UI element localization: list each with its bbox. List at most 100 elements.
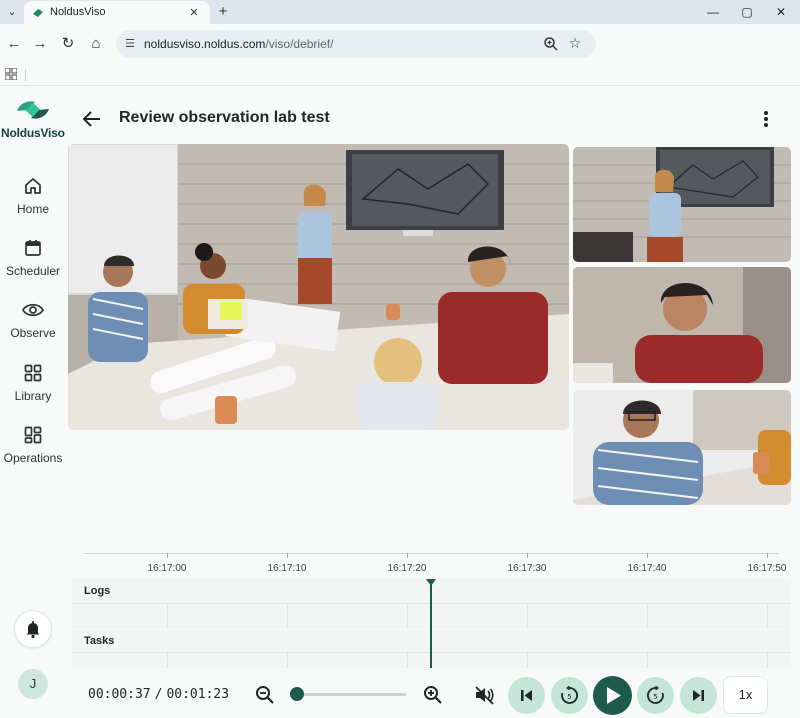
timeline-tick [767, 553, 768, 558]
site-settings-icon[interactable]: ☰ [122, 36, 138, 52]
timeline-tick [287, 553, 288, 558]
main-video-frame [68, 144, 569, 430]
playback-speed-button[interactable]: 1x [723, 676, 768, 714]
zoom-out-icon[interactable] [254, 684, 276, 706]
maximize-icon[interactable]: ▢ [732, 2, 762, 22]
brand-name: NoldusViso [1, 126, 65, 140]
forward-icon[interactable]: → [30, 34, 50, 54]
time-display: 00:00:37/00:01:23 [88, 687, 229, 702]
side-video-1[interactable] [573, 147, 791, 262]
reload-icon[interactable]: ↻ [58, 34, 78, 54]
skip-to-end-button[interactable] [680, 677, 717, 714]
rewind-5-button[interactable]: 5 [551, 677, 588, 714]
home-icon [25, 178, 41, 194]
track-grid-line [647, 652, 648, 668]
bookmark-separator [25, 69, 26, 81]
side-video-frame [573, 390, 791, 505]
timeline-tick-label: 16:17:00 [147, 563, 187, 574]
nav-library[interactable]: Library [0, 363, 66, 419]
minimize-icon[interactable]: — [698, 2, 728, 22]
track-grid-line [287, 603, 288, 629]
nav-scheduler[interactable]: Scheduler [0, 238, 66, 294]
browser-tab[interactable]: NoldusViso ✕ [24, 1, 210, 24]
timeline-tick-label: 16:17:20 [387, 563, 427, 574]
track-label-logs: Logs [84, 585, 111, 597]
side-video-frame [573, 147, 791, 262]
track-grid-line [167, 652, 168, 668]
mute-icon[interactable] [473, 684, 495, 706]
track-grid-line [287, 652, 288, 668]
svg-text:5: 5 [653, 693, 657, 701]
nav-home[interactable]: Home [0, 176, 66, 232]
timeline-tick [407, 553, 408, 558]
track-grid-line [527, 603, 528, 629]
apps-icon[interactable] [5, 68, 17, 80]
play-icon [607, 687, 621, 704]
close-icon[interactable]: ✕ [186, 5, 202, 21]
svg-text:5: 5 [567, 693, 571, 701]
tab-list-icon[interactable]: ⌄ [4, 4, 20, 20]
total-time: 00:01:23 [166, 687, 230, 702]
track-grid-line [767, 652, 768, 668]
track-grid-line [407, 603, 408, 629]
track-grid-line [647, 603, 648, 629]
tab-title: NoldusViso [50, 6, 106, 18]
main-video-player[interactable] [68, 144, 569, 430]
browser-tabbar: ⌄ NoldusViso ✕ + — ▢ ✕ [0, 0, 800, 24]
current-time: 00:00:37 [88, 687, 151, 702]
address-bar[interactable]: ☰ noldusviso.noldus.com/viso/debrief/ ☆ [116, 30, 596, 58]
browser-navbar: ← → ↻ ⌂ ☰ noldusviso.noldus.com/viso/deb… [0, 24, 800, 64]
nav-label: Operations [3, 451, 63, 465]
nav-observe[interactable]: Observe [0, 300, 66, 356]
track-grid-line [527, 652, 528, 668]
close-window-icon[interactable]: ✕ [766, 2, 796, 22]
zoom-icon[interactable] [542, 35, 560, 53]
zoom-slider-handle[interactable] [290, 687, 304, 701]
nav-label: Scheduler [5, 264, 61, 278]
nav-label: Library [14, 389, 52, 403]
timeline-tick-label: 16:17:50 [747, 563, 787, 574]
zoom-in-icon[interactable] [422, 684, 444, 706]
play-button[interactable] [593, 676, 632, 715]
eye-icon [22, 303, 44, 317]
timeline-tick-label: 16:17:40 [627, 563, 667, 574]
track-label-tasks: Tasks [84, 635, 115, 647]
forward-5-icon: 5 [647, 685, 664, 704]
playhead-line[interactable] [430, 583, 432, 668]
replay-5-icon: 5 [561, 685, 578, 704]
star-icon[interactable]: ☆ [566, 34, 584, 52]
track-grid-line [407, 652, 408, 668]
avatar[interactable]: J [18, 669, 48, 699]
timeline-tick-label: 16:17:10 [267, 563, 307, 574]
zoom-slider-track[interactable] [296, 693, 406, 696]
skip-to-start-button[interactable] [508, 677, 545, 714]
noldusviso-logo[interactable] [14, 98, 52, 122]
notifications-button[interactable] [14, 610, 52, 648]
grid-icon [24, 364, 42, 382]
forward-5-button[interactable]: 5 [637, 677, 674, 714]
address-url[interactable]: noldusviso.noldus.com/viso/debrief/ [144, 37, 333, 51]
side-video-3[interactable] [573, 390, 791, 505]
nav-label: Home [16, 202, 49, 216]
back-icon[interactable]: ← [4, 34, 24, 54]
timeline-tick-label: 16:17:30 [507, 563, 547, 574]
timeline-tick [527, 553, 528, 558]
bookmarks-bar [0, 64, 800, 86]
home-icon[interactable]: ⌂ [86, 34, 106, 54]
bell-icon [26, 621, 40, 639]
side-video-frame [573, 267, 791, 383]
noldus-favicon-icon [33, 9, 43, 17]
timeline[interactable]: 16:17:00 16:17:10 16:17:20 16:17:30 16:1… [72, 553, 791, 668]
more-options-icon[interactable] [756, 108, 776, 130]
nav-label: Observe [10, 326, 56, 340]
plus-icon[interactable]: + [214, 3, 232, 21]
back-arrow-icon[interactable] [80, 107, 104, 131]
page-title: Review observation lab test [119, 109, 330, 126]
skip-back-icon [521, 690, 532, 701]
timeline-tick [647, 553, 648, 558]
side-video-2[interactable] [573, 267, 791, 383]
nav-operations[interactable]: Operations [0, 425, 66, 481]
dashboard-icon [24, 426, 42, 444]
calendar-icon [25, 240, 41, 256]
timeline-tick [167, 553, 168, 558]
